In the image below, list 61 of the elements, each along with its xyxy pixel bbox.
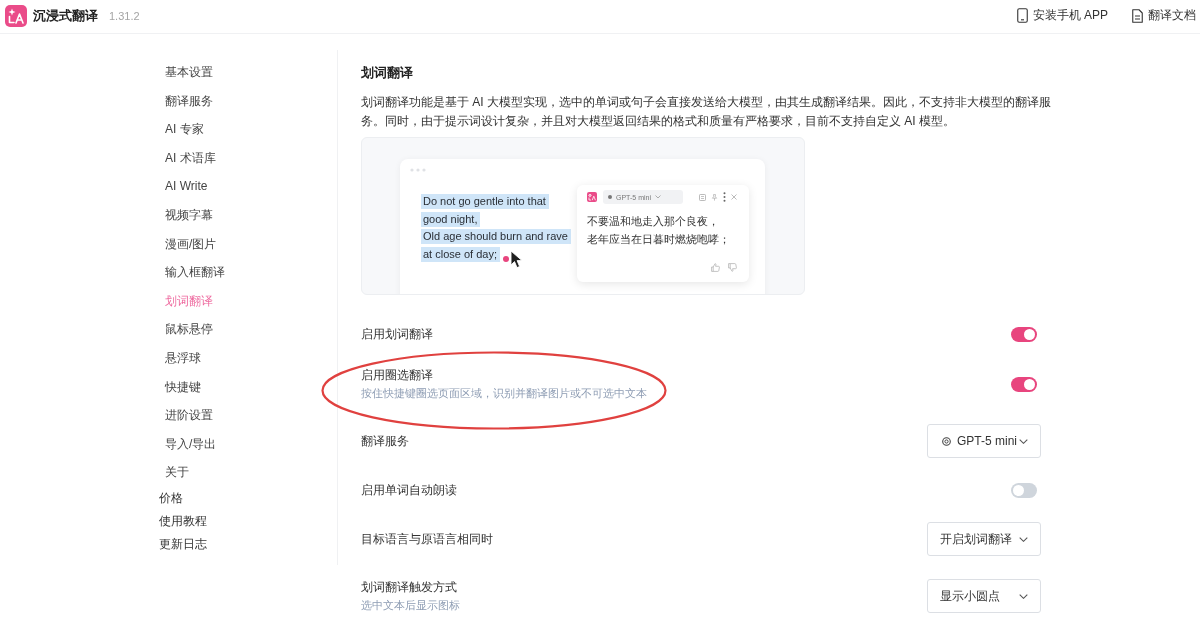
logo-icon xyxy=(587,192,597,202)
chevron-down-icon xyxy=(655,195,661,199)
sidebar-item[interactable]: 漫画/图片 xyxy=(165,229,217,259)
dropdown[interactable]: GPT-5 mini xyxy=(927,424,1041,458)
sidebar-item[interactable]: 关于 xyxy=(165,458,189,487)
document-icon xyxy=(1132,8,1143,23)
highlighted-text: good night, xyxy=(421,211,481,227)
more-icon[interactable] xyxy=(723,192,726,202)
sidebar-item[interactable]: 翻译服务 xyxy=(165,86,213,116)
sidebar-item[interactable]: 悬浮球 xyxy=(165,343,201,373)
chevron-down-icon xyxy=(1019,593,1028,599)
sidebar-link[interactable]: 更新日志 xyxy=(159,532,207,556)
thumbs-up-icon[interactable] xyxy=(711,263,720,272)
thumbs-down-icon[interactable] xyxy=(728,263,737,272)
setting-label: 启用划词翻译 xyxy=(361,326,433,343)
dot-icon xyxy=(608,195,612,199)
app-version: 1.31.2 xyxy=(109,9,140,22)
setting-label: 启用圈选翻译 xyxy=(361,367,434,384)
setting-label: 启用单词自动朗读 xyxy=(361,482,457,499)
setting-description: 按住快捷键圈选页面区域，识别并翻译图片或不可选中文本 xyxy=(361,386,647,401)
toggle-switch[interactable] xyxy=(1011,482,1037,498)
toggle-switch[interactable] xyxy=(1011,376,1037,392)
sidebar-item[interactable]: AI 专家 xyxy=(165,115,204,144)
setting-label: 目标语言与原语言相同时 xyxy=(361,531,493,548)
sidebar-item[interactable]: AI Write xyxy=(165,172,208,201)
sidebar-item[interactable]: 快捷键 xyxy=(165,372,201,402)
setting-description: 选中文本后显示图标 xyxy=(361,598,460,613)
section-title: 划词翻译 xyxy=(361,64,414,82)
section-description: 划词翻译功能是基于 AI 大模型实现，选中的单词或句子会直接发送给大模型，由其生成翻译结果。因此，不支持非大模型的翻译服务。同时，由于提示词设计复杂，并且对大模型返回结果的格式和质量有严格要求，目前不支持自定义 AI 模型。 xyxy=(361,94,1052,130)
sidebar-item[interactable]: 输入框翻译 xyxy=(165,258,225,287)
toggle-switch[interactable] xyxy=(1011,326,1037,342)
sidebar-item[interactable]: 进阶设置 xyxy=(165,401,213,430)
highlighted-text: at close of day; xyxy=(421,246,500,262)
sidebar-item[interactable]: 鼠标悬停 xyxy=(165,315,213,344)
highlighted-text: Old age should burn and rave xyxy=(421,229,571,244)
app-name: 沉浸式翻译 xyxy=(33,6,98,25)
document-icon[interactable] xyxy=(699,193,706,201)
header-link[interactable]: 翻译文档 xyxy=(1132,7,1196,24)
sidebar-item[interactable]: 基本设置 xyxy=(165,58,213,87)
chevron-down-icon xyxy=(1019,438,1028,444)
setting-label: 翻译服务 xyxy=(361,433,409,450)
sidebar-link[interactable]: 价格 xyxy=(159,486,183,510)
sidebar-item[interactable]: 导入/导出 xyxy=(165,429,217,459)
setting-label: 划词翻译触发方式 xyxy=(361,579,458,596)
dropdown[interactable]: 开启划词翻译 xyxy=(927,522,1041,556)
logo-icon xyxy=(5,4,27,27)
translated-text: 老年应当在日暮时燃烧咆哮； xyxy=(587,232,731,247)
window-dots-icon xyxy=(410,168,426,172)
sidebar-item[interactable]: AI 术语库 xyxy=(165,143,216,173)
sidebar-link[interactable]: 使用教程 xyxy=(159,509,207,533)
phone-icon xyxy=(1016,8,1028,23)
highlighted-text: Do not go gentle into that xyxy=(421,194,549,209)
header-link[interactable]: 安装手机 APP xyxy=(1016,7,1108,24)
cursor-icon xyxy=(510,249,523,269)
translated-text: 不要温和地走入那个良夜， xyxy=(587,214,720,229)
dot-icon xyxy=(503,255,509,262)
chevron-down-icon xyxy=(1019,536,1028,542)
close-icon[interactable] xyxy=(731,194,737,200)
dropdown[interactable]: 显示小圆点 xyxy=(927,579,1041,613)
sidebar-item[interactable]: 视频字幕 xyxy=(165,200,213,230)
pin-icon[interactable] xyxy=(711,193,718,201)
